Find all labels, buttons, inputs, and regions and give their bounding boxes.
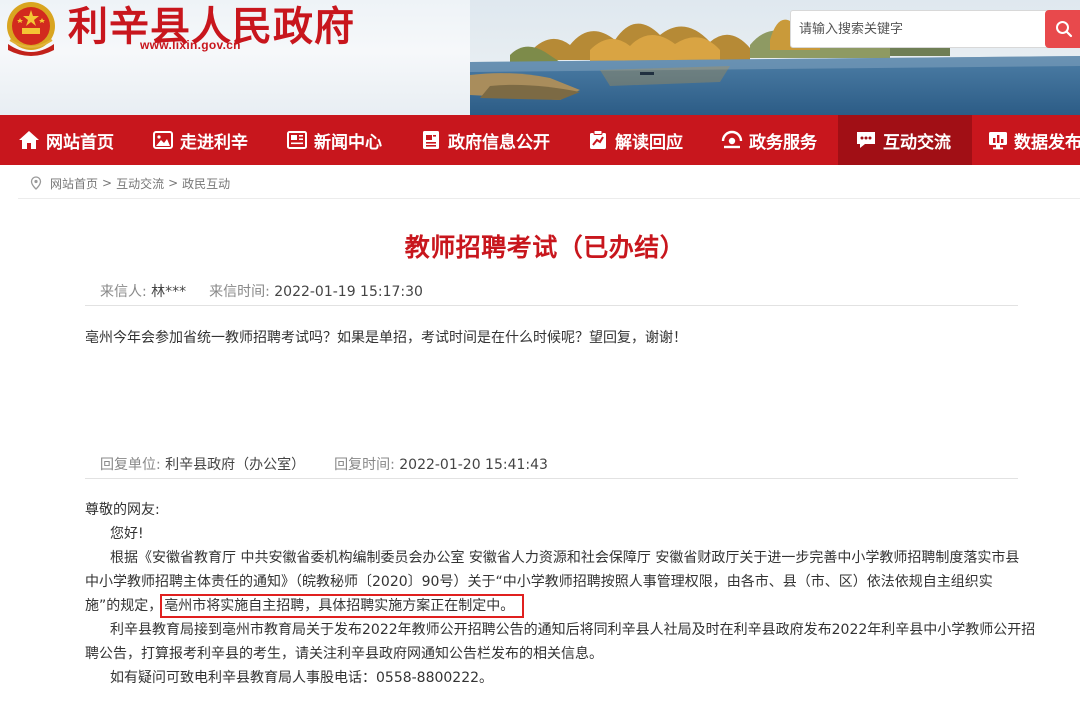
breadcrumb-current[interactable]: 政民互动 <box>182 175 230 192</box>
highlighted-text: 亳州市将实施自主招聘，具体招聘实施方案正在制定中。 <box>160 594 525 618</box>
main-nav: 网站首页 走进利辛 新闻中心 政府信息公开 解读回应 政务服务 互动交流 数据发… <box>0 115 1080 165</box>
nav-item-label: 新闻中心 <box>314 132 382 153</box>
divider <box>85 478 1018 479</box>
search-input[interactable] <box>791 11 1045 47</box>
breadcrumb-interaction[interactable]: 互动交流 <box>116 175 164 192</box>
reply-time: 2022-01-20 15:41:43 <box>399 457 548 473</box>
search-box <box>790 10 1080 48</box>
reply-contact: 如有疑问可致电利辛县教育局人事股电话：0558-8800222。 <box>110 670 494 686</box>
letter-question: 亳州今年会参加省统一教师招聘考试吗？如果是单招，考试时间是在什么时候呢？望回复，… <box>85 330 687 346</box>
national-emblem-icon <box>7 2 55 56</box>
nav-item-label: 解读回应 <box>615 132 683 153</box>
breadcrumb-separator: > <box>168 176 179 190</box>
reply-meta: 回复单位: 利辛县政府（办公室） 回复时间: 2022-01-20 15:41:… <box>100 454 548 474</box>
location-pin-icon <box>30 176 42 190</box>
sender-label: 来信人: <box>100 284 147 300</box>
reply-paragraph-line: 根据《安徽省教育厅 中共安徽省委机构编制委员会办公室 安徽省人力资源和社会保障厅… <box>110 550 1020 566</box>
divider <box>85 305 1018 306</box>
reply-text: 施”的规定， <box>85 598 163 614</box>
reply-paragraph-line: 聘公告，打算报考利辛县的考生，请关注利辛县政府网通知公告栏发布的相关信息。 <box>85 646 603 662</box>
nav-item-label: 政府信息公开 <box>448 132 550 153</box>
sent-time: 2022-01-19 15:17:30 <box>274 284 423 300</box>
reply-hello: 您好! <box>110 526 144 542</box>
sent-time-label: 来信时间: <box>209 284 270 300</box>
home-icon <box>18 129 40 151</box>
newspaper-icon <box>286 129 308 151</box>
site-url: www.lixin.gov.cn <box>140 38 241 52</box>
nav-item-label: 互动交流 <box>883 132 951 153</box>
reply-unit-label: 回复单位: <box>100 457 161 473</box>
letter-meta: 来信人: 林*** 来信时间: 2022-01-19 15:17:30 <box>100 281 423 301</box>
chat-icon <box>855 129 877 151</box>
nav-item-label: 网站首页 <box>46 132 114 153</box>
nav-item-home[interactable]: 网站首页 <box>18 115 138 165</box>
sender-name: 林*** <box>151 284 187 300</box>
breadcrumb-separator: > <box>102 176 113 190</box>
breadcrumb: 网站首页 > 互动交流 > 政民互动 <box>30 174 230 192</box>
reply-time-label: 回复时间: <box>334 457 395 473</box>
nav-item-label: 政务服务 <box>749 132 817 153</box>
breadcrumb-home[interactable]: 网站首页 <box>50 175 98 192</box>
image-icon <box>152 129 174 151</box>
reply-paragraph-line: 施”的规定， 亳州市将实施自主招聘，具体招聘实施方案正在制定中。 <box>85 594 1025 618</box>
nav-item-interpretation[interactable]: 解读回应 <box>587 115 707 165</box>
nav-item-gov-info[interactable]: 政府信息公开 <box>420 115 570 165</box>
search-icon <box>1056 21 1073 38</box>
nav-item-label: 数据发布 <box>1014 132 1080 153</box>
data-icon <box>988 129 1008 151</box>
reply-unit: 利辛县政府（办公室） <box>165 457 306 473</box>
nav-item-interaction[interactable]: 互动交流 <box>838 115 972 165</box>
reply-paragraph-line: 利辛县教育局接到亳州市教育局关于发布2022年教师公开招聘公告的通知后将同利辛县… <box>110 622 1036 638</box>
breadcrumb-divider <box>18 198 1080 199</box>
search-button[interactable] <box>1045 10 1080 48</box>
service-icon <box>721 129 743 151</box>
site-header: 利辛县人民政府 www.lixin.gov.cn <box>0 0 1080 115</box>
document-icon <box>420 129 442 151</box>
page-title: 教师招聘考试（已办结） <box>404 233 686 262</box>
chart-icon <box>587 129 609 151</box>
nav-item-label: 走进利辛 <box>180 132 248 153</box>
nav-item-services[interactable]: 政务服务 <box>721 115 841 165</box>
nav-item-about[interactable]: 走进利辛 <box>152 115 272 165</box>
reply-greeting: 尊敬的网友: <box>85 502 160 518</box>
nav-item-news[interactable]: 新闻中心 <box>286 115 406 165</box>
nav-item-data[interactable]: 数据发布 <box>988 115 1080 165</box>
reply-paragraph-line: 中小学教师招聘主体责任的通知》（皖教秘师〔2020〕90号）关于“中小学教师招聘… <box>85 574 993 590</box>
reply-body: 尊敬的网友: 您好! 根据《安徽省教育厅 中共安徽省委机构编制委员会办公室 安徽… <box>85 498 1036 690</box>
